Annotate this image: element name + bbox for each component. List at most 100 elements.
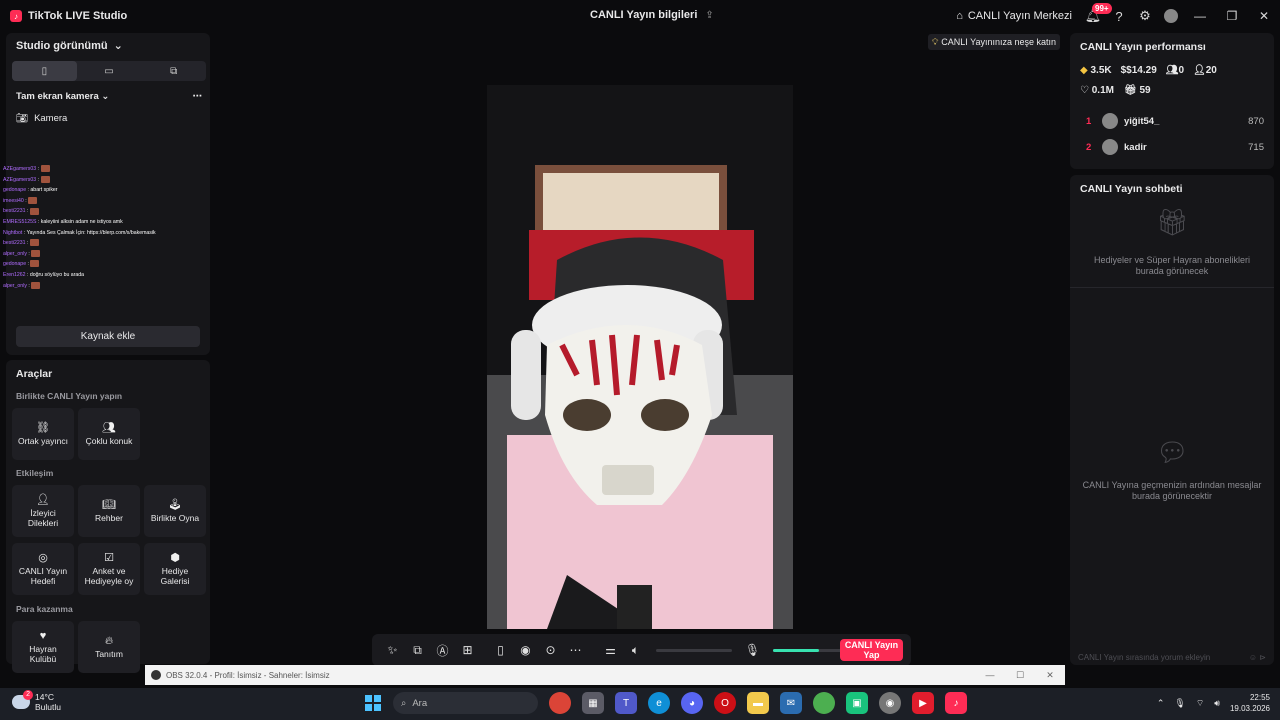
landscape-button[interactable]: ▭ [77, 61, 142, 81]
ranking-row[interactable]: 2 kadir 715 [1086, 139, 1264, 155]
system-tray: ⌃ 🎙︎ ⌔ 🔊︎ 22:55 19.03.2026 [1157, 692, 1270, 714]
store-icon[interactable]: ▦ [582, 692, 604, 714]
overlay-chat-user: gedonape [3, 187, 27, 194]
obs-close-button[interactable]: ✕ [1035, 670, 1065, 681]
divider [1070, 287, 1274, 288]
portrait-button[interactable]: ▯ [12, 61, 77, 81]
ranking-row[interactable]: 1 yiğit54_ 870 [1086, 113, 1264, 129]
mail-icon[interactable]: ✉ [780, 692, 802, 714]
weather-temp: 14°C [35, 692, 54, 702]
more-icon[interactable]: ⋯ [563, 643, 588, 657]
folder-icon[interactable]: ▬ [747, 692, 769, 714]
gifts-value: 59 [1139, 85, 1151, 96]
weather-widget[interactable]: 2 14°C Bulutlu [12, 690, 61, 712]
viewers-icon: 👥︎ [1165, 65, 1179, 76]
play-together-button[interactable]: 🕹︎ Birlikte Oyna [144, 485, 206, 537]
start-button[interactable] [365, 695, 381, 711]
guide-button[interactable]: 📖︎ Rehber [78, 485, 140, 537]
stage-toolbar: ✨︎ ⧉ Ⓐ ⊞ ▯ ◉ ⊙ ⋯ ⚌ 🔈︎ 🎙︎ CANLI Yayın Yap [372, 634, 911, 666]
overlay-chat-message: Yayında Ses Çalmak İçin: https://blerp.c… [26, 229, 156, 236]
gift-gallery-button[interactable]: ⬢ Hediye Galerisi [144, 543, 206, 595]
live-goal-button[interactable]: ◎ CANLI Yayın Hedefi [12, 543, 74, 595]
overlay-chat-user: imeesi40 [3, 197, 24, 204]
volume-icon[interactable]: 🔊︎ [1214, 698, 1220, 709]
likes-stat: ♡ 0.1M [1080, 85, 1114, 96]
wifi-icon[interactable]: ⌔ [1196, 698, 1204, 709]
target-icon: ◎ [38, 551, 48, 564]
opera-icon[interactable]: O [714, 692, 736, 714]
viewer-requests-icon: 👤︎ [36, 493, 50, 506]
overlay-chat-row: besti2231 : [3, 238, 203, 249]
live-info-button[interactable]: CANLI Yayın bilgileri ⇪ [590, 9, 714, 21]
chat-input[interactable]: CANLI Yayın sırasında yorum ekleyin ☺ ⊳ [1078, 653, 1266, 662]
camera-source[interactable]: 📷︎ Kamera [16, 113, 67, 124]
tiktok-studio-icon[interactable]: ♪ [945, 692, 967, 714]
overlay-chat-user: gedonape [3, 261, 27, 268]
promote-button[interactable]: 🔥︎ Tanıtım [78, 621, 140, 673]
chrome-icon[interactable] [549, 692, 571, 714]
clock[interactable]: 22:55 19.03.2026 [1230, 692, 1270, 714]
flame-icon: 🔥︎ [104, 634, 114, 647]
overlay-chat-message: doğru söylüyo bu arada [29, 271, 85, 278]
tip-banner[interactable]: 💡︎ CANLI Yayınınıza neşe katın [927, 34, 1060, 50]
chrome-alt-icon[interactable] [813, 692, 835, 714]
mic-volume-slider[interactable] [773, 648, 849, 652]
youtube-icon[interactable]: ▶ [912, 692, 934, 714]
share-icon: ⇪ [705, 9, 714, 21]
tools-panel: Araçlar Birlikte CANLI Yayın yapın ⛓ Ort… [6, 360, 210, 673]
add-source-button[interactable]: Kaynak ekle [16, 326, 200, 347]
edge-icon[interactable]: e [648, 692, 670, 714]
translate-icon[interactable]: ⧉ [405, 643, 430, 658]
notifications-button[interactable]: 🔔︎ 99+ [1080, 0, 1112, 32]
likes-value: 0.1M [1091, 85, 1114, 96]
speaker-volume-slider[interactable] [656, 648, 732, 652]
live-goal-label: CANLI Yayın Hedefi [18, 565, 68, 586]
settings-button[interactable]: ⚙ [1132, 0, 1158, 32]
more-options-icon[interactable]: ⋯ [193, 91, 203, 102]
effects-button[interactable]: ✨︎ [380, 643, 405, 658]
obs-maximize-button[interactable]: ☐ [1005, 670, 1035, 681]
emoji-icon[interactable]: ☺ ⊳ [1249, 653, 1266, 662]
minimize-button[interactable]: — [1184, 9, 1216, 23]
app-green-icon[interactable]: ▣ [846, 692, 868, 714]
taskbar-search[interactable]: ⌕ Ara [393, 692, 538, 714]
discord-icon[interactable]: ◕ [681, 692, 703, 714]
multi-guest-button[interactable]: 👥︎ Çoklu konuk [78, 408, 140, 460]
close-button[interactable]: ✕ [1248, 9, 1280, 23]
dual-button[interactable]: ⧉ [141, 61, 206, 81]
overlay-chat-user: besti2231 [3, 208, 26, 215]
obs-minimize-button[interactable]: — [975, 670, 1005, 681]
ai-icon[interactable]: Ⓐ [430, 642, 455, 659]
diamonds-stat: ◆ 3.5K [1080, 65, 1112, 76]
speaker-icon[interactable]: 🔈︎ [623, 643, 648, 658]
overlay-chat-row: Eren1262 : doğru söylüyo bu arada [3, 271, 85, 278]
poll-button[interactable]: ☑ Anket ve Hediyeyle oy [78, 543, 140, 595]
gear-icon: ⚙ [1139, 8, 1151, 23]
go-live-button[interactable]: CANLI Yayın Yap [840, 639, 903, 661]
overlay-chat-row: EMRES5125S : kaleyiini alksin adam ne is… [3, 218, 123, 225]
mixer-icon[interactable]: ⚌ [598, 643, 623, 657]
windows-taskbar: 2 14°C Bulutlu ⌕ Ara ▦ T e ◕ O ▬ ✉ ▣ ◉ ▶ … [0, 688, 1280, 720]
chevron-up-icon[interactable]: ⌃ [1157, 698, 1165, 709]
studio-view-dropdown[interactable]: Studio görünümü ⌄ [16, 39, 123, 53]
add-media-icon[interactable]: ⊞ [455, 643, 480, 657]
teams-icon[interactable]: T [615, 692, 637, 714]
profile-button[interactable] [1158, 0, 1184, 32]
scene-dropdown[interactable]: Tam ekran kamera ⌄ [16, 91, 109, 102]
co-host-button[interactable]: ⛓ Ortak yayıncı [12, 408, 74, 460]
mic-tray-icon[interactable]: 🎙︎ [1174, 698, 1185, 709]
obs-taskbar-icon[interactable]: ◉ [879, 692, 901, 714]
phone-icon[interactable]: ▯ [488, 643, 513, 657]
phone-portrait-icon: ▯ [41, 65, 48, 77]
record-icon[interactable]: ◉ [513, 643, 538, 657]
help-button[interactable]: ? [1106, 0, 1132, 32]
viewer-requests-button[interactable]: 👤︎ İzleyici Dilekleri [12, 485, 74, 537]
microphone-icon[interactable]: 🎙︎ [740, 643, 765, 657]
live-center-button[interactable]: ⌂ CANLI Yayın Merkezi [948, 10, 1080, 22]
maximize-button[interactable]: ❐ [1216, 9, 1248, 23]
earnings-value: $14.29 [1126, 65, 1157, 76]
obs-window[interactable]: OBS 32.0.4 - Profil: İsimsiz - Sahneler:… [145, 665, 1065, 685]
snapshot-icon[interactable]: ⊙ [538, 643, 563, 657]
fan-club-button[interactable]: ♥ Hayran Kulübü [12, 621, 74, 673]
gift-icon: 🎁︎ [1123, 85, 1137, 96]
